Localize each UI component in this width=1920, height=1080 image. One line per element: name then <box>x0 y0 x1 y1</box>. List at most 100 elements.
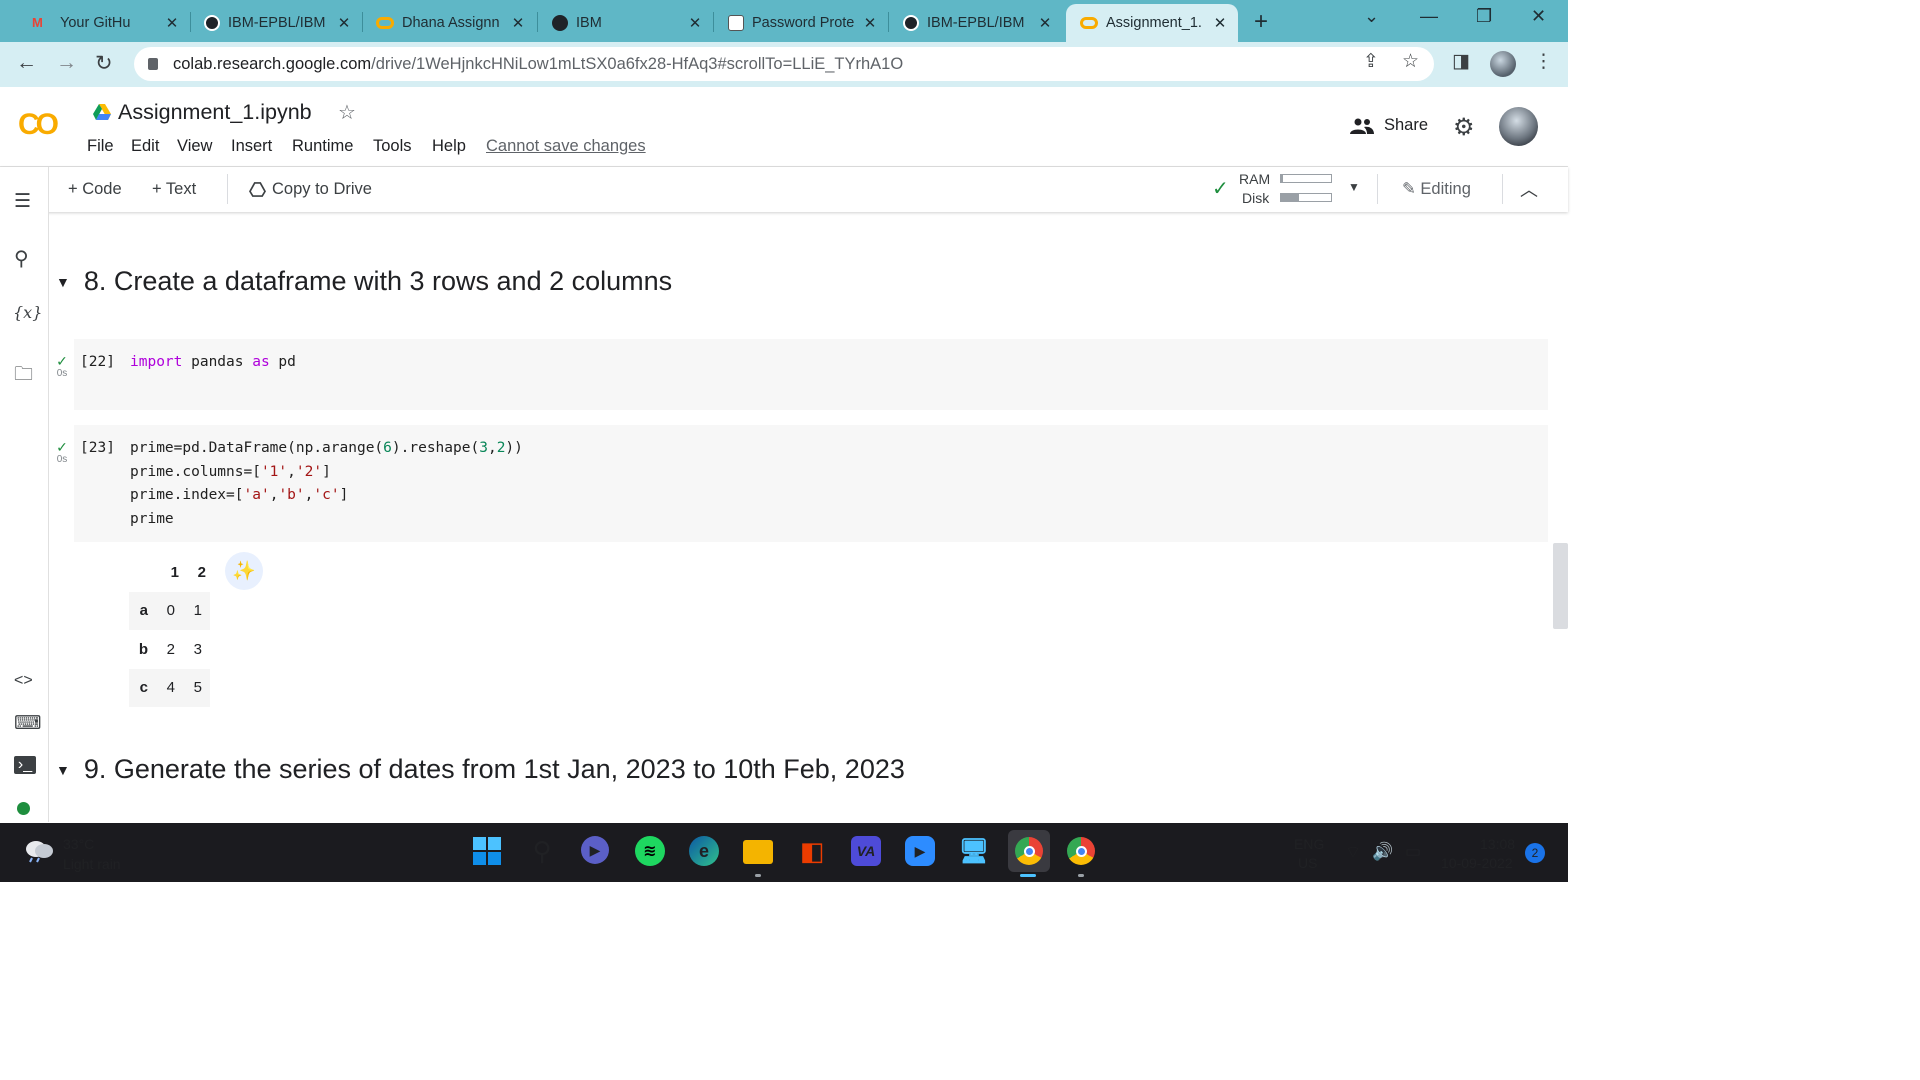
browser-tab-active[interactable]: Assignment_1. ✕ <box>1066 4 1238 42</box>
collapse-header-icon[interactable]: ︿ <box>1520 176 1538 202</box>
visual-studio-icon[interactable]: VA <box>851 836 881 866</box>
tab-title: IBM-EPBL/IBM <box>228 15 326 31</box>
magic-wand-icon[interactable]: ✨ <box>225 552 263 590</box>
colab-logo[interactable]: CO <box>18 108 59 142</box>
clock-time[interactable]: 13:08 <box>1480 836 1515 852</box>
spotify-icon[interactable]: ≋ <box>635 836 665 866</box>
close-tab-icon[interactable]: ✕ <box>510 14 526 32</box>
edge-icon[interactable]: e <box>689 836 719 866</box>
weather-temperature[interactable]: 33°C <box>63 836 94 852</box>
code-editor[interactable]: import pandas as pd <box>130 351 296 375</box>
files-folder-icon[interactable]: 🗀 <box>14 360 33 392</box>
add-code-button[interactable]: + Code <box>68 180 122 199</box>
collapse-section-icon[interactable]: ▼ <box>56 762 70 778</box>
input-region[interactable]: US <box>1298 855 1317 871</box>
close-tab-icon[interactable]: ✕ <box>336 14 352 32</box>
desktop-monitor-icon[interactable]: 🖥 <box>959 836 989 866</box>
wifi-icon[interactable]: ⌔ <box>1345 842 1361 863</box>
lock-icon <box>148 58 158 70</box>
heading-text: 8. Create a dataframe with 3 rows and 2 … <box>83 266 673 296</box>
share-page-icon[interactable]: ⇪ <box>1363 50 1379 73</box>
variables-icon[interactable]: {x} <box>13 303 42 322</box>
menu-help[interactable]: Help <box>432 137 466 156</box>
cell-run-status[interactable]: ✓ 0s <box>54 354 70 379</box>
clock-date[interactable]: 10-09-2022 <box>1441 855 1513 871</box>
menu-insert[interactable]: Insert <box>231 137 272 156</box>
menu-runtime[interactable]: Runtime <box>292 137 353 156</box>
search-icon[interactable]: ⚲ <box>527 836 557 866</box>
close-tab-icon[interactable]: ✕ <box>1212 14 1228 32</box>
settings-gear-icon[interactable]: ⚙ <box>1453 113 1475 142</box>
tab-title: IBM <box>576 15 602 31</box>
reload-icon[interactable]: ↻ <box>95 51 113 76</box>
drive-outline-icon <box>249 182 266 197</box>
search-icon[interactable]: ⚲ <box>14 246 29 271</box>
browser-tab[interactable]: IBM-EPBL/IBM ✕ <box>190 4 362 42</box>
weather-condition[interactable]: Light rain <box>63 856 121 872</box>
ram-usage-bar[interactable] <box>1280 174 1332 183</box>
scrollbar-thumb[interactable] <box>1553 543 1568 629</box>
ram-usage-fill <box>1281 175 1283 182</box>
table-cell: 4 <box>166 679 175 697</box>
browser-tab[interactable]: Password Prote ✕ <box>714 4 888 42</box>
close-tab-icon[interactable]: ✕ <box>1037 14 1053 32</box>
code-snippets-icon[interactable]: <> <box>14 672 33 690</box>
back-icon[interactable]: ← <box>16 51 37 75</box>
menu-file[interactable]: File <box>87 137 114 156</box>
notification-badge[interactable]: 2 <box>1525 843 1545 863</box>
zoom-icon[interactable]: ▶ <box>905 836 935 866</box>
add-text-button[interactable]: + Text <box>152 180 196 199</box>
side-panel-icon[interactable]: ◨ <box>1452 50 1470 73</box>
menu-view[interactable]: View <box>177 137 212 156</box>
menu-edit[interactable]: Edit <box>131 137 159 156</box>
url-input[interactable]: colab.research.google.com/drive/1WeHjnkc… <box>134 47 1434 81</box>
editing-mode-button[interactable]: ✎ Editing <box>1402 179 1471 199</box>
browser-tab[interactable]: Dhana Assignn ✕ <box>362 4 536 42</box>
share-button[interactable]: Share <box>1350 116 1428 135</box>
windows-start-icon[interactable] <box>472 836 502 866</box>
teams-chat-icon[interactable]: ▶ <box>581 836 609 864</box>
browser-tab[interactable]: IBM ✕ <box>538 4 713 42</box>
tab-search-icon[interactable]: ⌄ <box>1364 6 1379 27</box>
table-of-contents-icon[interactable]: ☰ <box>14 190 31 213</box>
command-palette-icon[interactable]: ⌨ <box>14 712 41 735</box>
close-window-icon[interactable]: ✕ <box>1531 6 1546 27</box>
volume-icon[interactable]: 🔊 <box>1372 842 1393 862</box>
browser-tab[interactable]: M Your GitHu ✕ <box>18 4 190 42</box>
battery-icon[interactable]: ▭ <box>1405 842 1421 862</box>
chrome-profile-app[interactable] <box>1066 836 1096 866</box>
notebook-title[interactable]: Assignment_1.ipynb <box>118 100 312 125</box>
browser-tab[interactable]: IBM-EPBL/IBM ✕ <box>889 4 1063 42</box>
close-tab-icon[interactable]: ✕ <box>164 14 180 32</box>
browser-menu-icon[interactable]: ⋮ <box>1534 50 1553 73</box>
copy-to-drive-button[interactable]: Copy to Drive <box>249 180 372 199</box>
collapse-section-icon[interactable]: ▼ <box>56 274 70 290</box>
close-tab-icon[interactable]: ✕ <box>687 14 703 32</box>
minimize-icon[interactable]: — <box>1420 6 1438 27</box>
chrome-active-app[interactable] <box>1008 830 1050 872</box>
url-path: /drive/1WeHjnkcHNiLow1mLtSX0a6fx28-HfAq3… <box>371 54 904 73</box>
bookmark-star-icon[interactable]: ☆ <box>1402 50 1419 73</box>
code-editor[interactable]: prime=pd.DataFrame(np.arange(6).reshape(… <box>130 437 523 531</box>
rain-cloud-icon[interactable] <box>22 837 56 863</box>
table-row: a 0 1 <box>129 591 210 630</box>
resources-dropdown-icon[interactable]: ▼ <box>1348 180 1360 194</box>
cell-run-status[interactable]: ✓ 0s <box>54 440 70 465</box>
terminal-icon[interactable]: ›_ <box>14 756 36 774</box>
input-language[interactable]: ENG <box>1294 836 1324 852</box>
restore-icon[interactable]: ❐ <box>1476 6 1492 27</box>
code-cell[interactable] <box>74 339 1548 410</box>
user-avatar[interactable] <box>1499 107 1538 146</box>
table-row: b 2 3 <box>129 630 210 669</box>
office-icon[interactable]: ◧ <box>797 836 827 866</box>
forward-icon[interactable]: → <box>56 51 77 75</box>
cannot-save-link[interactable]: Cannot save changes <box>486 137 646 156</box>
file-explorer-icon[interactable] <box>743 840 773 864</box>
browser-profile-avatar[interactable] <box>1490 51 1516 77</box>
star-icon[interactable]: ☆ <box>338 100 356 125</box>
new-tab-icon[interactable]: + <box>1254 8 1268 36</box>
menu-tools[interactable]: Tools <box>373 137 412 156</box>
copy-to-drive-label: Copy to Drive <box>272 180 372 198</box>
disk-usage-bar[interactable] <box>1280 193 1332 202</box>
close-tab-icon[interactable]: ✕ <box>862 14 878 32</box>
